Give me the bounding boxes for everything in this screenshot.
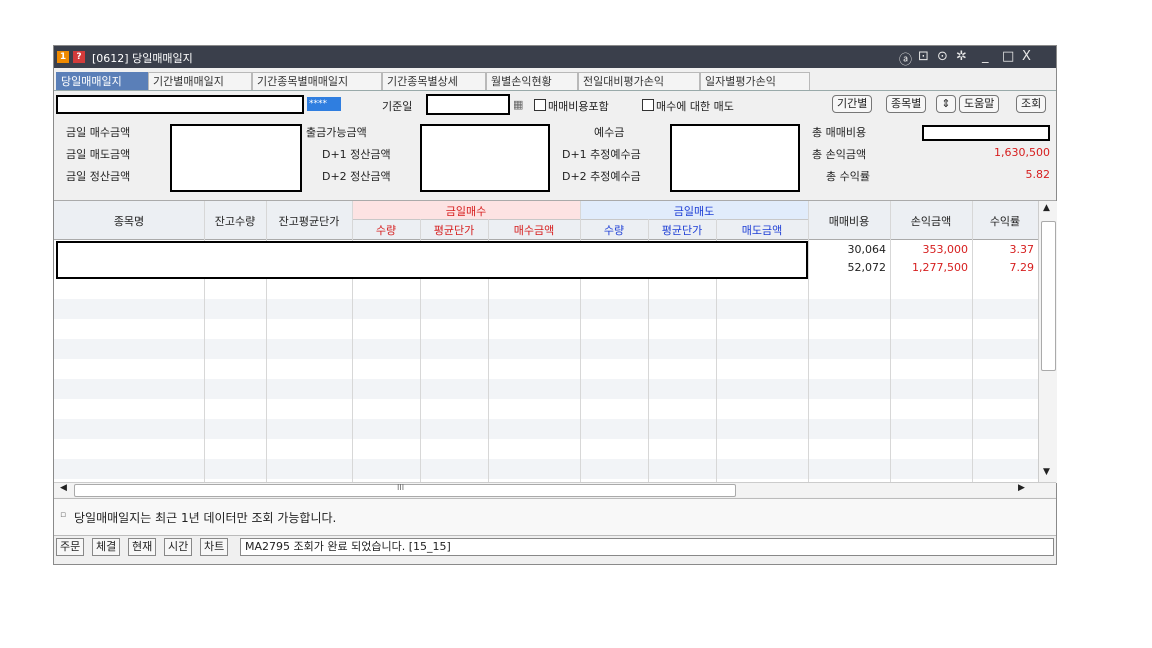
- hscroll-grip: III: [397, 483, 405, 492]
- col-today-sell: 금일매도: [673, 205, 715, 218]
- col-buy-qty[interactable]: 수량: [352, 222, 420, 238]
- sort-updown-button[interactable]: ⇕: [936, 95, 956, 113]
- row-1-pnl: 353,000: [922, 243, 969, 256]
- total-pnl-label: 총 손익금액: [812, 148, 867, 161]
- time-button[interactable]: 시간: [164, 538, 193, 556]
- total-return-value: 5.82: [1025, 168, 1051, 181]
- deposit-label: 예수금: [594, 126, 625, 139]
- col-return[interactable]: 수익률: [972, 213, 1038, 229]
- tab-period-item-journal[interactable]: 기간종목별매매일지: [252, 72, 382, 90]
- include-fee-checkbox[interactable]: 매매비용포함: [534, 98, 609, 114]
- chart-button[interactable]: 차트: [200, 538, 229, 556]
- info-panel: ▫ 당일매매일지는 최근 1년 데이터만 조회 가능합니다.: [54, 498, 1056, 536]
- title-bar: 1 ? [0612] 당일매매일지 ⓐ ⊡ ⊙ ✲ _ □ X: [54, 46, 1056, 68]
- d1-settle-label: D+1 정산금액: [322, 148, 391, 161]
- current-button[interactable]: 현재: [128, 538, 157, 556]
- tab-period-journal[interactable]: 기간별매매일지: [148, 72, 252, 90]
- sell-for-buy-checkbox[interactable]: 매수에 대한 매도: [642, 98, 734, 114]
- include-fee-label: 매매비용포함: [548, 100, 609, 113]
- status-bar: 주문 체결 현재 시간 차트 MA2795 조회가 완료 되었습니다. [15_…: [54, 538, 1056, 558]
- col-pnl[interactable]: 손익금액: [890, 213, 972, 229]
- today-settle-label: 금일 정산금액: [66, 170, 131, 183]
- minimize-button[interactable]: _: [982, 49, 989, 64]
- date-field[interactable]: [426, 94, 510, 115]
- search-button[interactable]: 조회: [1016, 95, 1047, 113]
- trading-journal-window: 1 ? [0612] 당일매매일지 ⓐ ⊡ ⊙ ✲ _ □ X 당일매매일지 기…: [53, 45, 1057, 565]
- col-item-name[interactable]: 종목명: [54, 213, 204, 229]
- window-title: [0612] 당일매매일지: [92, 52, 193, 65]
- tab-monthly-pnl[interactable]: 월별손익현황: [486, 72, 578, 90]
- col-today-buy: 금일매수: [445, 205, 487, 218]
- d1-deposit-label: D+1 추정예수금: [562, 148, 641, 161]
- row-2-fee: 52,072: [847, 261, 887, 274]
- sell-for-buy-label: 매수에 대한 매도: [656, 100, 734, 113]
- help-button[interactable]: 도움말: [959, 95, 1000, 113]
- maximize-button[interactable]: □: [1002, 49, 1014, 64]
- date-label: 기준일: [382, 100, 413, 113]
- scroll-thumb[interactable]: [1041, 221, 1056, 371]
- settings-icon[interactable]: ✲: [956, 49, 967, 64]
- today-sell-label: 금일 매도금액: [66, 148, 131, 161]
- password-field[interactable]: ****: [307, 97, 341, 111]
- d2-settle-label: D+2 정산금액: [322, 170, 391, 183]
- d2-deposit-label: D+2 추정예수금: [562, 170, 641, 183]
- today-buy-label: 금일 매수금액: [66, 126, 131, 139]
- info-text: 당일매매일지는 최근 1년 데이터만 조회 가능합니다.: [74, 511, 337, 525]
- status-message: MA2795 조회가 완료 되었습니다. [15_15]: [240, 538, 1054, 556]
- row-1-return: 3.37: [1009, 243, 1035, 256]
- vertical-scrollbar[interactable]: ▲ ▼: [1038, 201, 1057, 483]
- window-number-badge: 1: [57, 51, 69, 63]
- order-button[interactable]: 주문: [56, 538, 85, 556]
- col-fee[interactable]: 매매비용: [808, 213, 890, 229]
- bullet-icon: ▫: [60, 510, 67, 520]
- close-button[interactable]: X: [1022, 49, 1031, 64]
- tab-period-item-detail[interactable]: 기간종목별상세: [382, 72, 486, 90]
- col-buy-avg[interactable]: 평균단가: [420, 222, 488, 238]
- execution-button[interactable]: 체결: [92, 538, 121, 556]
- total-pnl-value: 1,630,500: [994, 146, 1050, 159]
- tab-daily-journal[interactable]: 당일매매일지: [56, 72, 148, 90]
- row-2-pnl: 1,277,500: [912, 261, 968, 274]
- today-amounts-field: [170, 124, 302, 192]
- table-row-items[interactable]: [56, 241, 808, 279]
- withdrawable-label: 출금가능금액: [306, 126, 367, 139]
- horizontal-scrollbar[interactable]: ◀ III ▶: [54, 482, 1056, 497]
- query-row: **** 기준일 ▦ 매매비용포함 매수에 대한 매도 기간별 종목별 ⇕ 도움…: [54, 92, 1056, 116]
- row-1-fee: 30,064: [847, 243, 887, 256]
- camera-icon[interactable]: ⊙: [937, 49, 948, 64]
- settle-amounts-field: [420, 124, 550, 192]
- scroll-up-icon[interactable]: ▲: [1043, 203, 1050, 213]
- col-buy-amount[interactable]: 매수금액: [488, 222, 580, 238]
- scroll-left-icon[interactable]: ◀: [60, 483, 67, 493]
- col-balance-avg[interactable]: 잔고평균단가: [266, 213, 352, 229]
- account-field[interactable]: [56, 95, 304, 114]
- hscroll-thumb[interactable]: III: [74, 483, 736, 497]
- row-2-return: 7.29: [1009, 261, 1035, 274]
- col-sell-qty[interactable]: 수량: [580, 222, 648, 238]
- total-fee-label: 총 매매비용: [812, 126, 867, 139]
- calendar-icon[interactable]: ▦: [513, 98, 523, 111]
- tab-prev-day-eval[interactable]: 전일대비평가손익: [578, 72, 700, 90]
- total-return-label: 총 수익률: [826, 170, 870, 183]
- deposit-amounts-field: [670, 124, 800, 192]
- col-balance-qty[interactable]: 잔고수량: [204, 213, 266, 229]
- scroll-down-icon[interactable]: ▼: [1043, 467, 1050, 477]
- total-fee-field: [922, 125, 1050, 141]
- screen-icon[interactable]: ⊡: [918, 49, 929, 64]
- by-item-button[interactable]: 종목별: [886, 95, 927, 113]
- link-icon[interactable]: ⓐ: [899, 49, 912, 68]
- col-sell-amount[interactable]: 매도금액: [716, 222, 808, 238]
- summary-panel: 금일 매수금액 금일 매도금액 금일 정산금액 출금가능금액 D+1 정산금액 …: [54, 118, 1056, 198]
- scroll-right-icon[interactable]: ▶: [1018, 483, 1025, 493]
- journal-grid: 종목명 잔고수량 잔고평균단가 금일매수 수량 평균단가 매수금액 금일매도 수…: [54, 200, 1057, 483]
- tab-bar: 당일매매일지 기간별매매일지 기간종목별매매일지 기간종목별상세 월별손익현황 …: [54, 70, 1056, 91]
- tab-daily-eval[interactable]: 일자별평가손익: [700, 72, 810, 90]
- help-badge-icon[interactable]: ?: [73, 51, 85, 63]
- col-sell-avg[interactable]: 평균단가: [648, 222, 716, 238]
- period-button[interactable]: 기간별: [832, 95, 873, 113]
